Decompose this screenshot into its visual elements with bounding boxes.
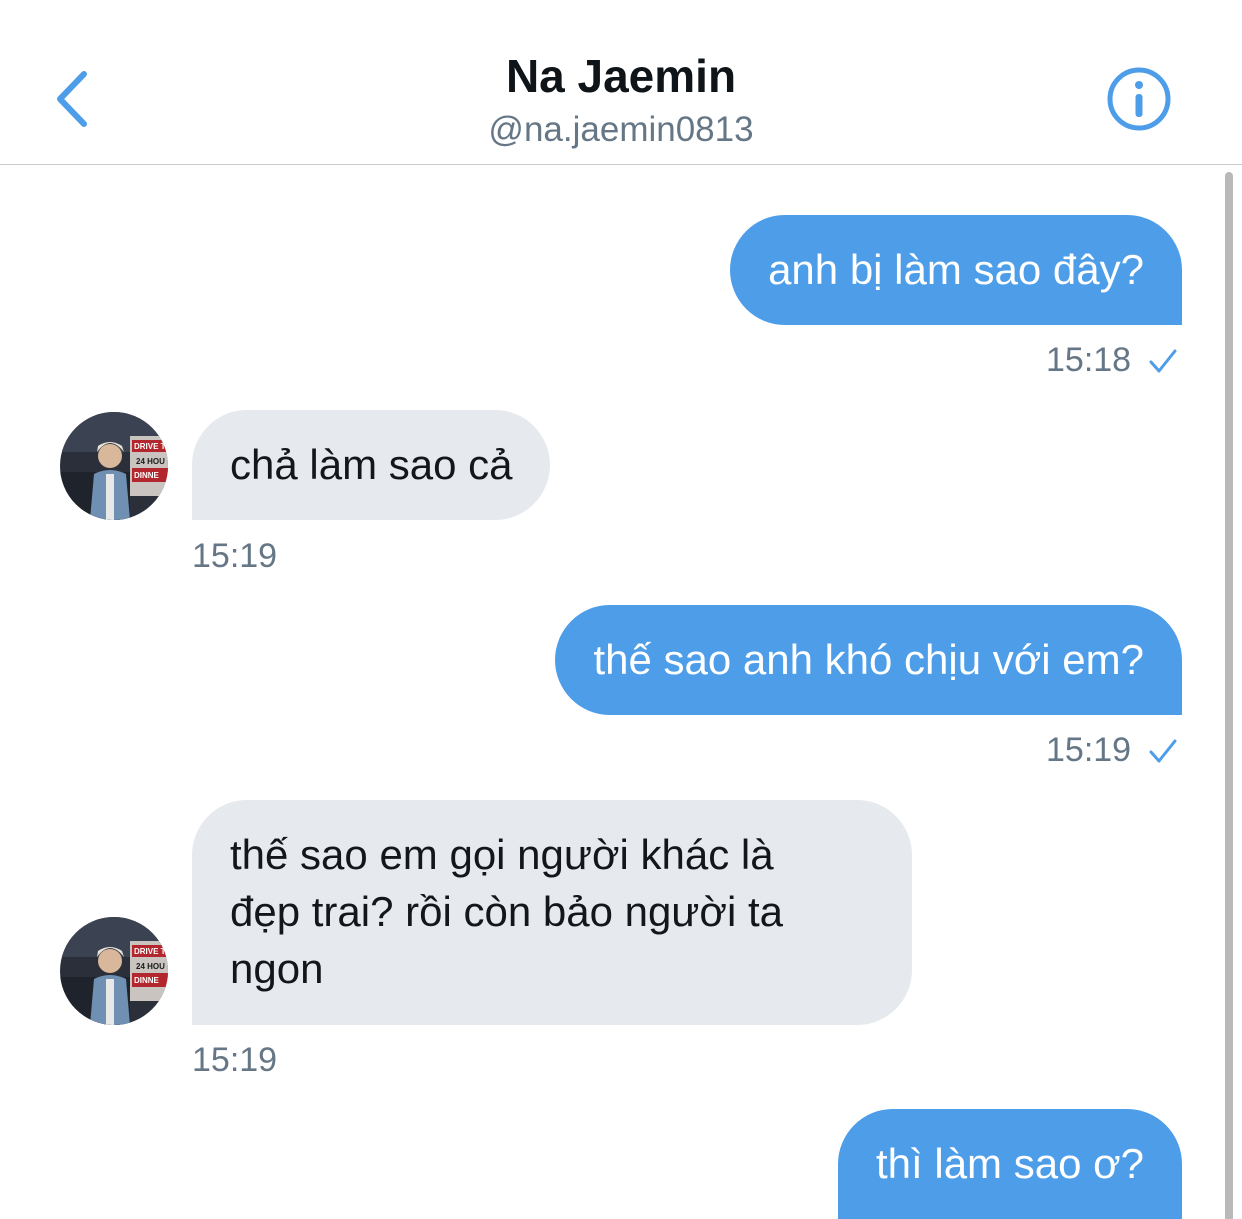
user-handle: @na.jaemin0813 [488, 110, 754, 149]
svg-text:24 HOU: 24 HOU [136, 457, 165, 466]
message-bubble-incoming[interactable]: chả làm sao cả [192, 410, 551, 520]
message-text: thế sao anh khó chịu với em? [593, 636, 1144, 683]
svg-text:DINNE: DINNE [134, 976, 160, 985]
avatar[interactable]: DRIVE T 24 HOU DINNE [60, 917, 168, 1025]
message-bubble-incoming[interactable]: thế sao em gọi người khác là đẹp trai? r… [192, 800, 912, 1025]
avatar-image: DRIVE T 24 HOU DINNE [60, 412, 168, 520]
message-timestamp: 15:19 [192, 1041, 278, 1079]
svg-text:DINNE: DINNE [134, 471, 160, 480]
chat-screen: Na Jaemin @na.jaemin0813 anh bị làm sao … [0, 0, 1242, 1219]
avatar-image: DRIVE T 24 HOU DINNE [60, 917, 168, 1025]
message-text: thì làm sao ơ? [876, 1140, 1144, 1187]
info-circle-icon [1107, 67, 1171, 131]
scrollbar[interactable] [1225, 172, 1233, 1219]
message-bubble-outgoing[interactable]: anh bị làm sao đây? [730, 215, 1182, 325]
check-icon [1149, 739, 1177, 763]
check-icon [1149, 349, 1177, 373]
message-text: chả làm sao cả [230, 441, 513, 488]
message-timestamp: 15:19 [1046, 731, 1132, 769]
message-text-line: ngon [230, 945, 324, 992]
page-title: Na Jaemin [505, 50, 737, 102]
conversation-header: Na Jaemin @na.jaemin0813 [0, 0, 1242, 165]
message-text-line: thế sao em gọi người khác là [230, 831, 774, 878]
avatar[interactable]: DRIVE T 24 HOU DINNE [60, 412, 168, 520]
svg-text:24 HOU: 24 HOU [136, 962, 165, 971]
message-timestamp: 15:18 [1046, 341, 1132, 379]
message-bubble-outgoing[interactable]: thế sao anh khó chịu với em? [555, 605, 1182, 715]
svg-text:DRIVE T: DRIVE T [134, 442, 166, 451]
message-text-line: đẹp trai? rồi còn bảo người ta [230, 888, 783, 935]
svg-text:DRIVE T: DRIVE T [134, 947, 166, 956]
message-text: anh bị làm sao đây? [768, 246, 1144, 293]
message-timestamp: 15:19 [192, 537, 278, 575]
info-button[interactable] [1106, 66, 1172, 132]
message-bubble-outgoing[interactable]: thì làm sao ơ? [838, 1109, 1182, 1219]
